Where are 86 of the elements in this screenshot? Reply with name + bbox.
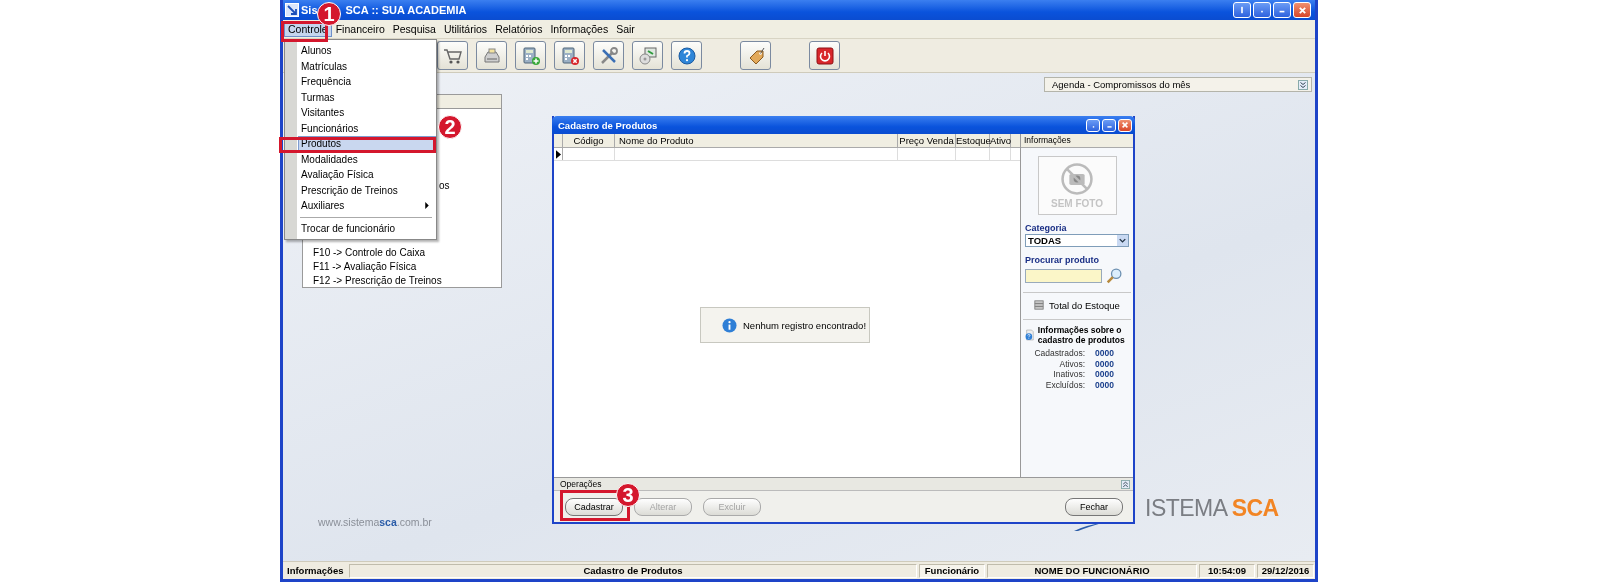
column-header[interactable]: Estoque: [956, 134, 990, 147]
toolbar-button[interactable]: [740, 41, 771, 70]
bar-icon: [1238, 6, 1246, 14]
menu-item[interactable]: Pesquisa: [388, 21, 440, 37]
status-label: Funcionário: [919, 563, 985, 578]
menu-item[interactable]: Matrículas: [298, 58, 436, 74]
stat-label: Ativos:: [1058, 358, 1085, 369]
window-title: Sis: [301, 4, 318, 16]
toolbar-button[interactable]: [809, 41, 840, 70]
menu-item[interactable]: Visitantes: [298, 105, 436, 121]
power-icon: [814, 45, 835, 66]
website-link[interactable]: www.sistemasca.com.br: [318, 516, 432, 528]
menu-item[interactable]: Sair: [612, 21, 639, 37]
shortcut-text: F10 -> Controle do Caixa: [313, 246, 425, 260]
toolbar-button[interactable]: [593, 41, 624, 70]
toolbar-button[interactable]: [437, 41, 468, 70]
menu-item[interactable]: Avaliação Física: [298, 167, 436, 183]
status-label: Informações: [286, 565, 345, 576]
menu-item[interactable]: Funcionários: [298, 120, 436, 136]
menu-item[interactable]: Frequência: [298, 74, 436, 90]
field-label: Categoria: [1025, 223, 1068, 233]
collapse-icon[interactable]: [1121, 479, 1130, 489]
stat-value: 0000: [1095, 369, 1114, 380]
database-icon: [1034, 300, 1045, 310]
toolbar-button[interactable]: [632, 41, 663, 70]
disc-monitor-icon: [637, 45, 658, 66]
action-button[interactable]: Fechar: [1065, 497, 1123, 516]
window-title: Cadastro de Produtos: [558, 119, 658, 131]
dropdown-icon: [1117, 235, 1128, 246]
column-header[interactable]: Nome do Produto: [615, 134, 898, 147]
info-icon: [722, 317, 737, 333]
stat-value: 0000: [1095, 348, 1114, 359]
stat-label: Inativos:: [1052, 369, 1085, 380]
menu-item[interactable]: Turmas: [298, 89, 436, 105]
shortcut-text: os: [439, 179, 450, 193]
message-text: Nenhum registro encontrado!: [743, 319, 867, 331]
submenu-arrow-icon: [425, 202, 429, 210]
close-button[interactable]: [1293, 2, 1311, 18]
field-label: Procurar produto: [1025, 255, 1100, 265]
menu-item[interactable]: Auxiliares: [298, 198, 436, 214]
logo: ISTEMA SCA: [1145, 495, 1279, 522]
search-field[interactable]: [1025, 268, 1102, 283]
shortcut-text: F12 -> Prescrição de Treinos: [313, 274, 442, 288]
row-pointer-icon: [555, 149, 561, 159]
section-title: Operações: [560, 479, 602, 489]
stat-value: 0000: [1095, 379, 1114, 390]
info-title: Informações sobre o cadastro de produtos: [1037, 325, 1126, 345]
search-icon[interactable]: [1106, 267, 1123, 284]
toolbar-button[interactable]: [671, 41, 702, 70]
app-icon: [285, 3, 299, 17]
menu-item[interactable]: Modalidades: [298, 151, 436, 167]
toolbar-button[interactable]: [476, 41, 507, 70]
expand-icon: [1298, 79, 1308, 90]
column-header[interactable]: Ativo: [990, 134, 1011, 147]
close-button[interactable]: [1118, 118, 1132, 132]
cash-register-icon: [481, 45, 502, 66]
menu-item[interactable]: Informações: [546, 21, 613, 37]
calculator-x-icon: [559, 45, 580, 66]
calculator-plus-icon: [520, 45, 541, 66]
stat-label: Excluídos:: [1044, 379, 1085, 390]
menu-item[interactable]: Relatórios: [491, 21, 547, 37]
menu-item[interactable]: Utilitários: [439, 21, 492, 37]
status-field: 10:54:09: [1199, 563, 1255, 578]
stock-link[interactable]: Total do Estoque: [1021, 299, 1133, 311]
shortcut-text: F11 -> Avaliação Física: [313, 260, 417, 274]
column-header[interactable]: Preço Venda: [898, 134, 956, 147]
panel-header: Informações: [1021, 134, 1133, 148]
status-field: NOME DO FUNCIONÁRIO: [987, 563, 1197, 578]
status-field: Cadastro de Produtos: [349, 563, 917, 578]
toolbar-button[interactable]: [554, 41, 585, 70]
category-select[interactable]: TODAS: [1025, 234, 1129, 247]
agenda-bar[interactable]: Agenda - Compromissos do mês: [1044, 77, 1312, 92]
action-button[interactable]: Cadastrar: [565, 497, 623, 516]
menu-item[interactable]: Prescrição de Treinos: [298, 182, 436, 198]
no-camera-icon: [1060, 162, 1094, 196]
status-field: 29/12/2016: [1257, 563, 1314, 578]
stat-label: Cadastrados:: [1033, 348, 1085, 359]
stat-value: 0000: [1095, 358, 1114, 369]
help-icon: [676, 45, 697, 66]
close-icon: [1121, 121, 1129, 129]
toolbar-button[interactable]: [515, 41, 546, 70]
close-icon: [1297, 5, 1307, 15]
menu-item[interactable]: Alunos: [298, 43, 436, 59]
column-header[interactable]: Código: [563, 134, 615, 147]
window-title: SCA :: SUA ACADEMIA: [345, 4, 467, 16]
menu-item[interactable]: Trocar de funcionário: [298, 220, 436, 236]
